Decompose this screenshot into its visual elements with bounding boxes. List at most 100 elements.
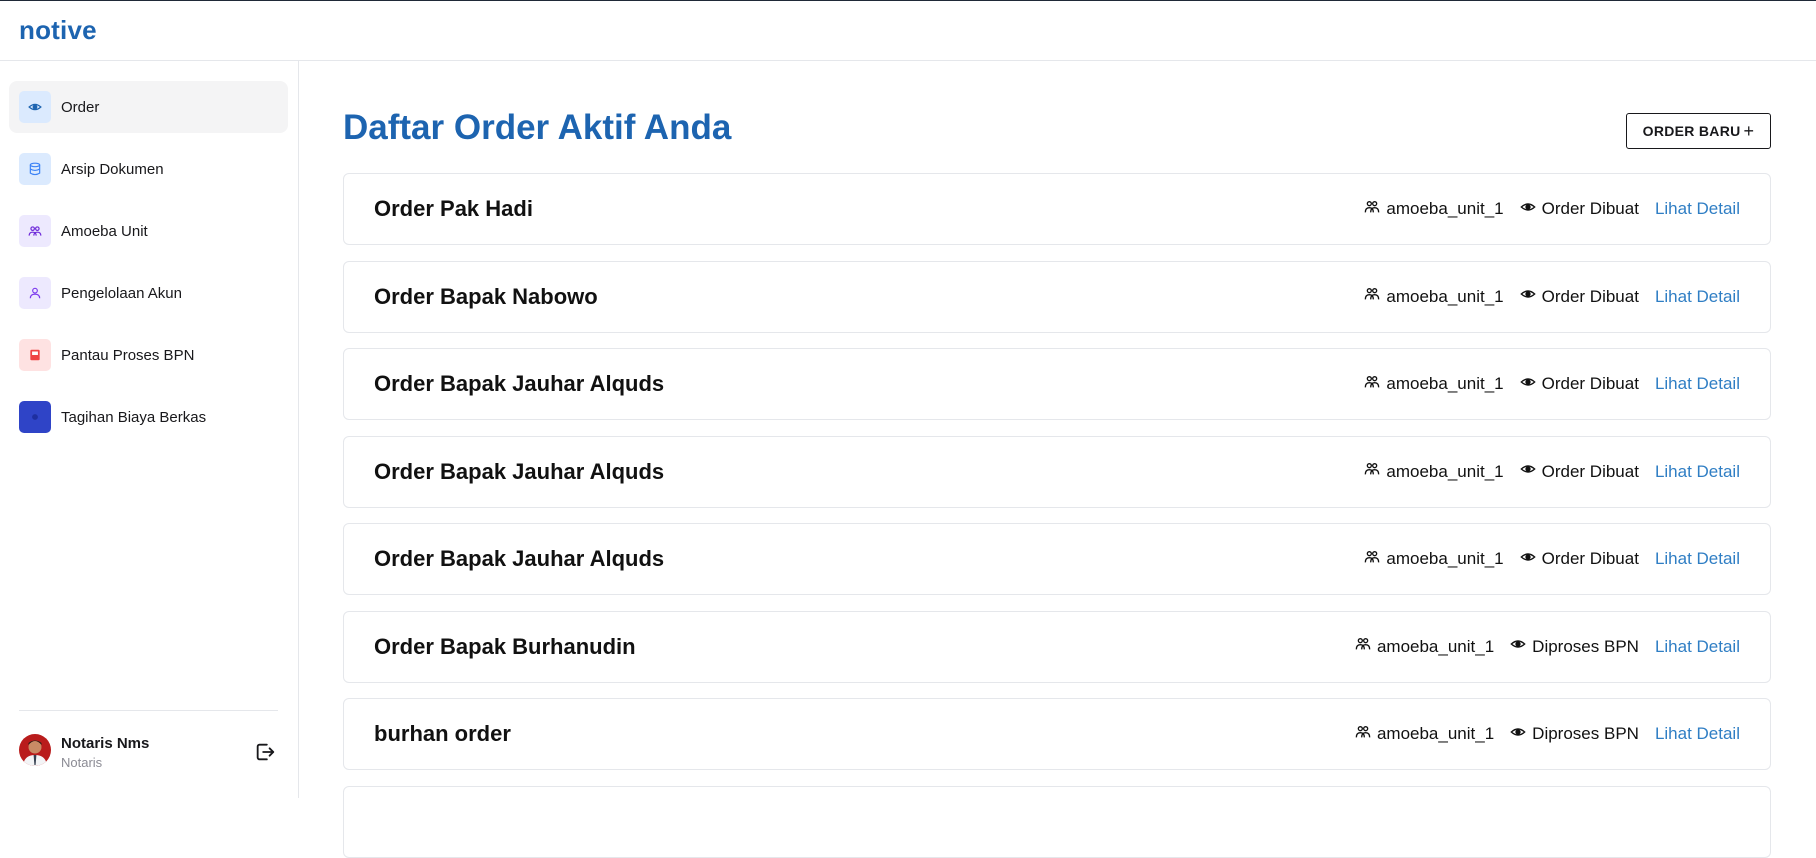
view-detail-link[interactable]: Lihat Detail bbox=[1655, 199, 1740, 219]
sidebar-item-label: Order bbox=[61, 98, 100, 116]
order-unit-label: amoeba_unit_1 bbox=[1386, 374, 1504, 393]
order-unit: amoeba_unit_1 bbox=[1364, 549, 1504, 570]
eye-icon bbox=[1510, 724, 1532, 745]
sidebar-divider bbox=[19, 710, 278, 711]
users-icon bbox=[19, 215, 51, 247]
order-meta: amoeba_unit_1 Order Dibuat Lihat Detail bbox=[1348, 262, 1740, 332]
user-name: Notaris Nms bbox=[61, 735, 150, 752]
order-title: Order Bapak Jauhar Alquds bbox=[374, 546, 665, 571]
sidebar-item-label: Pantau Proses BPN bbox=[61, 346, 195, 364]
plus-icon: + bbox=[1743, 121, 1755, 141]
order-unit: amoeba_unit_1 bbox=[1364, 286, 1504, 307]
eye-icon bbox=[19, 91, 51, 123]
order-card: Order Pak Hadi amoeba_unit_1 Order Dibuat L… bbox=[343, 173, 1771, 245]
view-detail-link[interactable]: Lihat Detail bbox=[1655, 462, 1740, 482]
sidebar-item-label: Arsip Dokumen bbox=[61, 160, 164, 178]
brand-logo[interactable]: notive bbox=[19, 15, 97, 46]
order-unit-label: amoeba_unit_1 bbox=[1386, 549, 1504, 568]
page-title: Daftar Order Aktif Anda bbox=[343, 108, 732, 147]
sidebar-item-order[interactable]: Order bbox=[9, 81, 288, 133]
sidebar-item-label: Tagihan Biaya Berkas bbox=[61, 408, 207, 426]
sidebar-item-pengelolaan-akun[interactable]: Pengelolaan Akun bbox=[9, 267, 288, 319]
database-icon bbox=[19, 153, 51, 185]
order-unit: amoeba_unit_1 bbox=[1364, 374, 1504, 395]
order-meta: amoeba_unit_1 Diproses BPN Lihat Detail bbox=[1339, 612, 1740, 682]
order-status: Order Dibuat bbox=[1519, 549, 1639, 570]
users-icon bbox=[1364, 286, 1386, 307]
order-status-label: Order Dibuat bbox=[1541, 461, 1639, 481]
order-title: Order Bapak Jauhar Alquds bbox=[374, 371, 665, 396]
order-status-label: Order Dibuat bbox=[1541, 374, 1639, 393]
order-title: Order Bapak Burhanudin bbox=[374, 633, 636, 659]
eye-icon bbox=[1519, 461, 1542, 482]
order-title: burhan order bbox=[374, 721, 511, 746]
users-icon bbox=[1364, 461, 1386, 482]
user-role: Notaris bbox=[61, 755, 103, 770]
eye-icon bbox=[1519, 374, 1542, 395]
order-card: burhan order amoeba_unit_1 Diproses BPN Lih… bbox=[343, 698, 1771, 770]
order-title: Order Bapak Jauhar Alquds bbox=[374, 458, 665, 484]
order-unit-label: amoeba_unit_1 bbox=[1376, 636, 1495, 656]
avatar bbox=[19, 734, 51, 766]
order-unit-label: amoeba_unit_1 bbox=[1386, 461, 1504, 481]
order-status: Order Dibuat bbox=[1519, 286, 1639, 307]
top-bar: notive bbox=[0, 0, 1816, 61]
sidebar-item-pantau-proses-bpn[interactable]: Pantau Proses BPN bbox=[9, 329, 288, 381]
order-meta: amoeba_unit_1 Order Dibuat Lihat Detail bbox=[1348, 524, 1740, 594]
sidebar-item-amoeba-unit[interactable]: Amoeba Unit bbox=[9, 205, 288, 257]
order-status: Order Dibuat bbox=[1519, 199, 1639, 220]
users-icon bbox=[1364, 199, 1386, 220]
order-meta: amoeba_unit_1 Order Dibuat Lihat Detail bbox=[1348, 174, 1740, 244]
sidebar-item-tagihan-biaya-berkas[interactable]: Tagihan Biaya Berkas bbox=[9, 391, 288, 443]
book-icon bbox=[19, 339, 51, 371]
view-detail-link[interactable]: Lihat Detail bbox=[1655, 374, 1740, 394]
order-status: Diproses BPN bbox=[1510, 724, 1639, 745]
order-status: Diproses BPN bbox=[1510, 636, 1639, 657]
view-detail-link[interactable]: Lihat Detail bbox=[1655, 287, 1740, 307]
order-unit-label: amoeba_unit_1 bbox=[1386, 286, 1504, 306]
view-detail-link[interactable]: Lihat Detail bbox=[1655, 549, 1740, 569]
eye-icon bbox=[1519, 549, 1542, 570]
new-order-button[interactable]: ORDER BARU + bbox=[1626, 113, 1771, 149]
order-unit: amoeba_unit_1 bbox=[1355, 724, 1494, 745]
user-icon bbox=[19, 277, 51, 309]
order-card: Order Bapak Jauhar Alquds amoeba_unit_1 Or… bbox=[343, 435, 1771, 508]
order-unit: amoeba_unit_1 bbox=[1364, 199, 1504, 220]
order-card: Order Bapak Jauhar Alquds amoeba_unit_1 Or… bbox=[343, 523, 1771, 595]
order-status-label: Diproses BPN bbox=[1532, 724, 1639, 743]
sidebar-item-arsip-dokumen[interactable]: Arsip Dokumen bbox=[9, 143, 288, 195]
receipt-icon bbox=[19, 401, 51, 433]
view-detail-link[interactable]: Lihat Detail bbox=[1655, 724, 1740, 744]
sidebar-item-label: Amoeba Unit bbox=[61, 222, 148, 240]
eye-icon bbox=[1519, 199, 1542, 220]
order-status-label: Diproses BPN bbox=[1532, 636, 1639, 656]
logout-icon[interactable] bbox=[254, 741, 276, 763]
new-order-label: ORDER BARU bbox=[1642, 123, 1741, 139]
view-detail-link[interactable]: Lihat Detail bbox=[1655, 637, 1740, 657]
order-status: Order Dibuat bbox=[1519, 374, 1639, 395]
users-icon bbox=[1364, 549, 1386, 570]
order-status-label: Order Dibuat bbox=[1541, 549, 1639, 568]
order-unit-label: amoeba_unit_1 bbox=[1376, 724, 1495, 743]
order-title: Order Pak Hadi bbox=[374, 196, 533, 221]
order-unit: amoeba_unit_1 bbox=[1355, 636, 1494, 657]
eye-icon bbox=[1510, 636, 1532, 657]
order-unit: amoeba_unit_1 bbox=[1364, 461, 1504, 482]
users-icon bbox=[1355, 724, 1377, 745]
order-card: Order Bapak Nabowo amoeba_unit_1 Order Dib… bbox=[343, 260, 1771, 333]
order-card bbox=[343, 785, 1771, 858]
order-unit-label: amoeba_unit_1 bbox=[1386, 199, 1504, 218]
order-card: Order Bapak Jauhar Alquds amoeba_unit_1 Or… bbox=[343, 348, 1771, 420]
order-status-label: Order Dibuat bbox=[1541, 286, 1639, 306]
users-icon bbox=[1355, 636, 1377, 657]
order-status: Order Dibuat bbox=[1519, 461, 1639, 482]
order-meta: amoeba_unit_1 Diproses BPN Lihat Detail bbox=[1339, 699, 1740, 769]
sidebar-item-label: Pengelolaan Akun bbox=[61, 284, 182, 302]
order-title: Order Bapak Nabowo bbox=[374, 283, 598, 309]
eye-icon bbox=[1519, 286, 1542, 307]
order-meta: amoeba_unit_1 Order Dibuat Lihat Detail bbox=[1348, 437, 1740, 507]
users-icon bbox=[1364, 374, 1386, 395]
order-meta: amoeba_unit_1 Order Dibuat Lihat Detail bbox=[1348, 349, 1740, 419]
user-profile: Notaris Nms Notaris bbox=[19, 734, 279, 774]
main-content: Daftar Order Aktif Anda ORDER BARU + Ord… bbox=[300, 61, 1816, 858]
